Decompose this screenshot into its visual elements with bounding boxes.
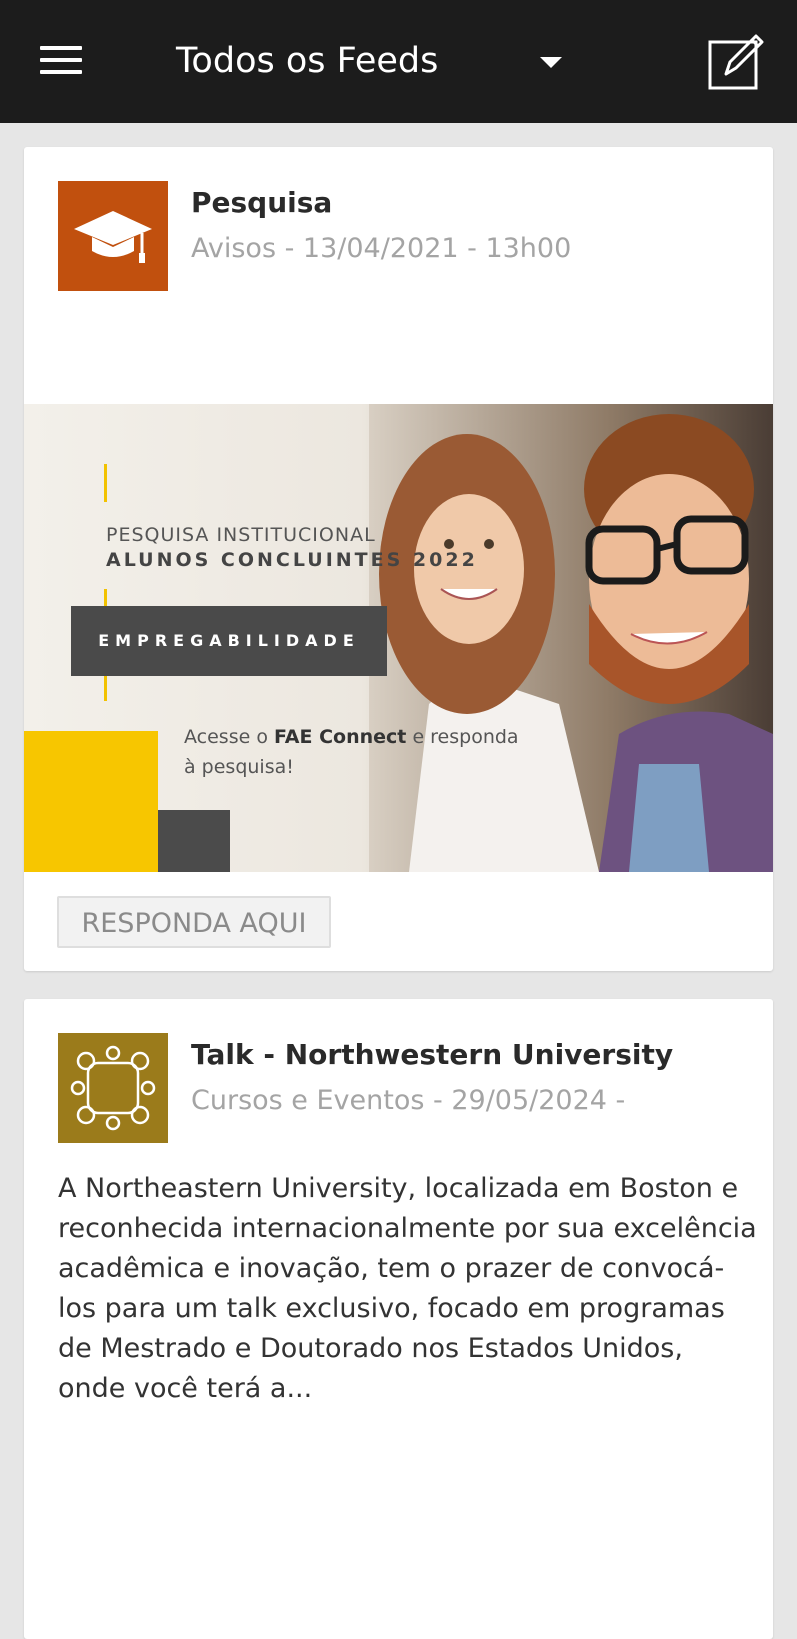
- post-meta: Avisos - 13/04/2021 - 13h00: [191, 233, 572, 264]
- post-meta: Cursos e Eventos - 29/05/2024 -: [191, 1085, 626, 1116]
- banner-cta-suffix: e responda: [412, 726, 519, 748]
- post-title: Pesquisa: [191, 186, 333, 219]
- app-header: Todos os Feeds: [0, 0, 797, 123]
- students-photo: [369, 404, 773, 872]
- banner-label-box: EMPREGABILIDADE: [71, 606, 387, 676]
- banner-accent-line: [104, 464, 107, 502]
- banner-subheading: ALUNOS CONCLUINTES 2022: [106, 549, 478, 571]
- respond-button[interactable]: RESPONDA AQUI: [57, 896, 331, 948]
- graduation-cap-icon: [58, 181, 168, 291]
- events-network-icon: [58, 1033, 168, 1143]
- banner-cta-brand: FAE Connect: [274, 726, 407, 748]
- banner-heading: PESQUISA INSTITUCIONAL: [106, 524, 376, 546]
- caret-down-icon[interactable]: [520, 40, 580, 84]
- banner-gray-block: [158, 810, 230, 872]
- banner-cta-line2: à pesquisa!: [184, 756, 294, 778]
- compose-icon[interactable]: [706, 32, 766, 92]
- post-body: A Northeastern University, localizada em…: [58, 1173, 757, 1404]
- post-title: Talk - Northwestern University: [191, 1038, 674, 1071]
- banner-cta-prefix: Acesse o: [184, 726, 268, 748]
- banner-cta-text: Acesse o FAE Connect e responda à pesqui…: [184, 722, 519, 782]
- feed-selector-title[interactable]: Todos os Feeds: [176, 36, 438, 86]
- post-banner-image: PESQUISA INSTITUCIONAL ALUNOS CONCLUINTE…: [24, 404, 773, 872]
- banner-yellow-block: [24, 731, 158, 872]
- feed-card[interactable]: Talk - Northwestern University Cursos e …: [24, 999, 773, 1639]
- feed-card[interactable]: Pesquisa Avisos - 13/04/2021 - 13h00 PES…: [24, 147, 773, 971]
- hamburger-menu-icon[interactable]: [38, 42, 84, 78]
